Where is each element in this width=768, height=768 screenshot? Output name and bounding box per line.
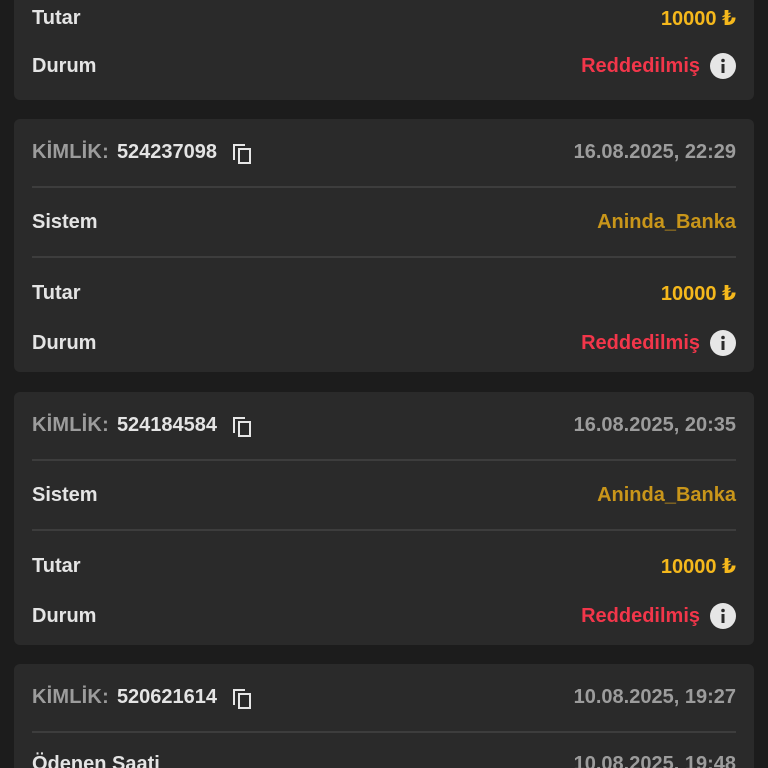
copy-icon[interactable]	[229, 140, 255, 166]
system-label: Sistem	[32, 210, 98, 233]
transaction-date: 16.08.2025, 20:35	[573, 414, 736, 436]
status-row: Durum Reddedilmiş	[32, 42, 736, 90]
card-header: KİMLİK: 524237098 16.08.2025, 22:29	[32, 119, 736, 186]
status-group: Reddedilmiş	[581, 603, 736, 629]
paid-time-value: 10.08.2025, 19:48	[573, 753, 736, 768]
transaction-card: KİMLİK: 520621614 10.08.2025, 19:27 Öden…	[14, 664, 754, 768]
info-icon[interactable]	[710, 53, 736, 79]
id-value: 520621614	[116, 686, 218, 708]
amount-label: Tutar	[32, 554, 81, 577]
transaction-card: Tutar 10000 ₺ Durum Reddedilmiş	[14, 0, 754, 100]
amount-row: Tutar 10000 ₺	[32, 258, 736, 326]
amount-label: Tutar	[32, 281, 81, 304]
transaction-card: KİMLİK: 524184584 16.08.2025, 20:35 Sist…	[14, 392, 754, 645]
amount-row: Tutar 10000 ₺	[32, 0, 736, 42]
status-label: Durum	[32, 604, 97, 627]
status-group: Reddedilmiş	[581, 330, 736, 356]
status-row: Durum Reddedilmiş	[32, 326, 736, 360]
id-label: KİMLİK:	[32, 141, 109, 163]
status-badge: Reddedilmiş	[581, 604, 700, 627]
status-badge: Reddedilmiş	[581, 54, 700, 77]
id-group: KİMLİK: 524237098	[32, 140, 255, 166]
card-header: KİMLİK: 520621614 10.08.2025, 19:27	[32, 664, 736, 731]
amount-value: 10000 ₺	[660, 282, 736, 305]
id-label: KİMLİK:	[32, 414, 109, 436]
amount-label: Tutar	[32, 6, 81, 29]
id-label: KİMLİK:	[32, 686, 109, 708]
system-row: Sistem Aninda_Banka	[32, 188, 736, 256]
amount-row: Tutar 10000 ₺	[32, 531, 736, 599]
system-label: Sistem	[32, 483, 98, 506]
status-badge: Reddedilmiş	[581, 331, 700, 354]
id-group: KİMLİK: 524184584	[32, 413, 255, 439]
id-value: 524184584	[116, 414, 218, 436]
copy-icon[interactable]	[229, 685, 255, 711]
copy-icon[interactable]	[229, 413, 255, 439]
status-label: Durum	[32, 331, 97, 354]
status-group: Reddedilmiş	[581, 53, 736, 79]
system-value: Aninda_Banka	[597, 210, 736, 233]
transaction-list: Tutar 10000 ₺ Durum Reddedilmiş KİMLİK: …	[0, 0, 768, 768]
paid-time-label: Ödenen Saati	[32, 753, 160, 768]
status-label: Durum	[32, 54, 97, 77]
paid-time-row: Ödenen Saati 10.08.2025, 19:48	[32, 733, 736, 768]
transaction-card: KİMLİK: 524237098 16.08.2025, 22:29 Sist…	[14, 119, 754, 372]
transaction-date: 16.08.2025, 22:29	[573, 141, 736, 163]
system-value: Aninda_Banka	[597, 483, 736, 506]
card-header: KİMLİK: 524184584 16.08.2025, 20:35	[32, 392, 736, 459]
id-value: 524237098	[116, 141, 218, 163]
amount-value: 10000 ₺	[660, 7, 736, 30]
system-row: Sistem Aninda_Banka	[32, 461, 736, 529]
info-icon[interactable]	[710, 603, 736, 629]
transaction-date: 10.08.2025, 19:27	[573, 686, 736, 708]
amount-value: 10000 ₺	[660, 555, 736, 578]
id-group: KİMLİK: 520621614	[32, 685, 255, 711]
status-row: Durum Reddedilmiş	[32, 599, 736, 633]
info-icon[interactable]	[710, 330, 736, 356]
